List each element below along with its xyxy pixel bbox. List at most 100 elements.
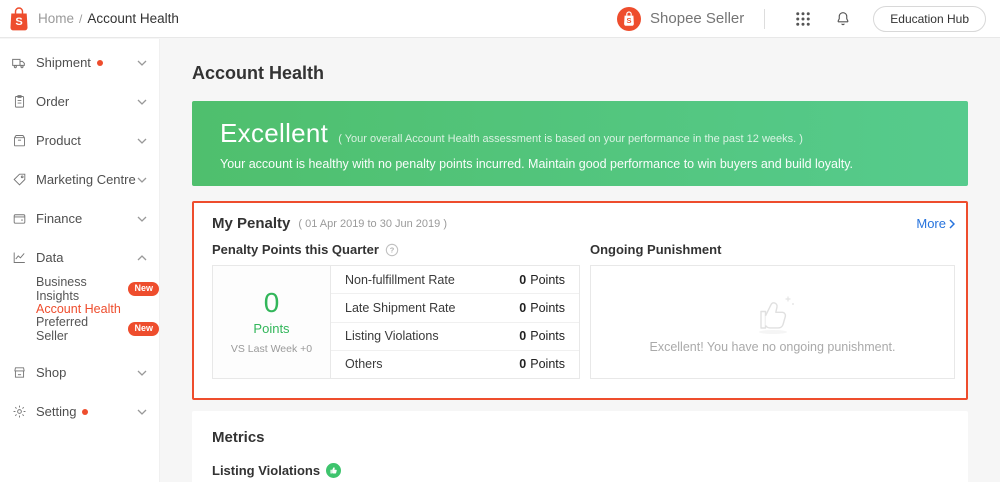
- sidebar-item-product[interactable]: Product: [0, 121, 159, 160]
- truck-icon: [11, 55, 27, 71]
- penalty-points-heading: Penalty Points this Quarter: [212, 242, 379, 257]
- points-summary: 0 Points VS Last Week +0: [213, 266, 331, 378]
- education-hub-button[interactable]: Education Hub: [873, 5, 986, 32]
- ongoing-punishment-box: Excellent! You have no ongoing punishmen…: [590, 265, 955, 379]
- sidebar-subitem-label: Preferred Seller: [36, 315, 89, 343]
- shopee-logo-icon[interactable]: S: [8, 5, 30, 32]
- points-row-unit: Points: [530, 357, 565, 372]
- points-row-value: 0: [519, 272, 527, 287]
- points-row-value: 0: [519, 329, 527, 344]
- apps-grid-button[interactable]: [790, 6, 816, 32]
- bell-icon: [837, 11, 849, 25]
- gear-icon: [11, 404, 27, 420]
- points-row-unit: Points: [530, 300, 565, 315]
- health-rating: Excellent: [220, 118, 329, 148]
- points-row: Late Shipment Rate 0 Points: [331, 294, 579, 323]
- page-title: Account Health: [192, 63, 325, 83]
- header-divider: [764, 8, 766, 29]
- my-penalty-title: My Penalty: [212, 215, 291, 232]
- svg-text:S: S: [627, 16, 632, 25]
- notifications-button[interactable]: [830, 6, 856, 32]
- more-label: More: [916, 216, 946, 231]
- sidebar-item-label: Order: [36, 94, 70, 109]
- ongoing-punishment-heading: Ongoing Punishment: [590, 242, 722, 257]
- sidebar-item-label: Shipment: [36, 55, 91, 70]
- points-row: Others 0 Points: [331, 351, 579, 378]
- points-unit: Points: [253, 321, 290, 336]
- thumbs-up-icon: [758, 295, 794, 334]
- package-icon: [11, 133, 27, 149]
- sidebar-item-label: Shop: [36, 365, 67, 380]
- chevron-down-icon: [137, 60, 147, 66]
- new-badge: New: [128, 282, 159, 296]
- chevron-up-icon: [137, 254, 147, 261]
- clipboard-icon: [11, 94, 27, 110]
- sidebar-item-finance[interactable]: Finance: [0, 199, 159, 238]
- metric-ok-thumbs-up-icon: [326, 463, 342, 478]
- chevron-down-icon: [137, 409, 147, 415]
- notification-dot: [96, 59, 103, 66]
- main-content: Account Health Excellent ( Your overall …: [160, 39, 1000, 482]
- penalty-date-range: ( 01 Apr 2019 to 30 Jun 2019 ): [298, 217, 447, 230]
- penalty-points-box: 0 Points VS Last Week +0 Non-fulfillment…: [212, 265, 580, 379]
- points-value: 0: [263, 287, 280, 318]
- metric-listing-violations-label: Listing Violations: [212, 463, 321, 478]
- brand-name: Shopee Seller: [650, 10, 745, 27]
- sidebar-item-business-insights[interactable]: Business Insights New: [0, 275, 159, 303]
- shopee-seller-brand[interactable]: S Shopee Seller: [616, 6, 744, 32]
- chevron-down-icon: [137, 138, 147, 144]
- sidebar-item-marketing-centre[interactable]: Marketing Centre: [0, 160, 159, 199]
- chevron-down-icon: [137, 177, 147, 183]
- notification-dot: [82, 408, 89, 415]
- chevron-down-icon: [137, 216, 147, 222]
- points-vs-last-week: VS Last Week +0: [230, 343, 313, 355]
- sidebar-item-preferred-seller[interactable]: Preferred Seller New: [0, 315, 159, 343]
- points-row-label: Late Shipment Rate: [345, 300, 456, 315]
- breadcrumb-separator: /: [79, 11, 83, 26]
- breadcrumb: S Home / Account Health: [0, 5, 179, 32]
- points-row-value: 0: [519, 300, 527, 315]
- sidebar-item-shipment[interactable]: Shipment: [0, 43, 159, 82]
- chevron-down-icon: [137, 370, 147, 376]
- metrics-section: Metrics Listing Violations: [192, 411, 968, 482]
- breadcrumb-home-link[interactable]: Home: [38, 11, 74, 26]
- sidebar-subitem-label: Account Health: [36, 302, 121, 316]
- health-rating-note: ( Your overall Account Health assessment…: [338, 133, 803, 145]
- ongoing-punishment-message: Excellent! You have no ongoing punishmen…: [649, 339, 896, 354]
- sidebar-data-submenu: Business Insights New Account Health Pre…: [0, 275, 159, 353]
- new-badge: New: [128, 322, 159, 336]
- chevron-down-icon: [137, 99, 147, 105]
- sidebar-item-data[interactable]: Data: [0, 238, 159, 277]
- svg-text:S: S: [15, 16, 22, 28]
- tag-icon: [11, 172, 27, 188]
- account-health-banner: Excellent ( Your overall Account Health …: [192, 101, 968, 186]
- points-row-unit: Points: [530, 329, 565, 344]
- points-row-label: Listing Violations: [345, 329, 439, 344]
- points-row: Listing Violations 0 Points: [331, 323, 579, 351]
- sidebar-item-label: Data: [36, 250, 64, 265]
- wallet-icon: [11, 211, 27, 227]
- sidebar-subitem-label: Business Insights: [36, 275, 87, 303]
- sidebar-item-order[interactable]: Order: [0, 82, 159, 121]
- points-row-label: Others: [345, 357, 383, 372]
- breadcrumb-current: Account Health: [87, 11, 179, 26]
- my-penalty-section: My Penalty ( 01 Apr 2019 to 30 Jun 2019 …: [192, 201, 968, 400]
- svg-text:?: ?: [390, 245, 395, 254]
- points-breakdown: Non-fulfillment Rate 0 Points Late Shipme…: [331, 266, 579, 378]
- apps-grid-icon: [796, 11, 811, 26]
- storefront-icon: [11, 365, 27, 381]
- line-chart-icon: [11, 250, 27, 266]
- sidebar-item-label: Finance: [36, 211, 83, 226]
- shopee-round-logo-icon: S: [617, 6, 642, 31]
- sidebar-item-setting[interactable]: Setting: [0, 392, 159, 431]
- sidebar-item-shop[interactable]: Shop: [0, 353, 159, 392]
- sidebar-item-label: Setting: [36, 404, 77, 419]
- metrics-title: Metrics: [212, 429, 265, 446]
- more-link[interactable]: More: [916, 216, 955, 231]
- points-row: Non-fulfillment Rate 0 Points: [331, 266, 579, 295]
- help-icon[interactable]: ?: [385, 243, 399, 257]
- app-header: S Home / Account Health S Shopee Seller: [0, 0, 1000, 38]
- points-row-unit: Points: [530, 272, 565, 287]
- sidebar-item-label: Marketing Centre: [36, 172, 136, 187]
- health-description: Your account is healthy with no penalty …: [220, 157, 854, 171]
